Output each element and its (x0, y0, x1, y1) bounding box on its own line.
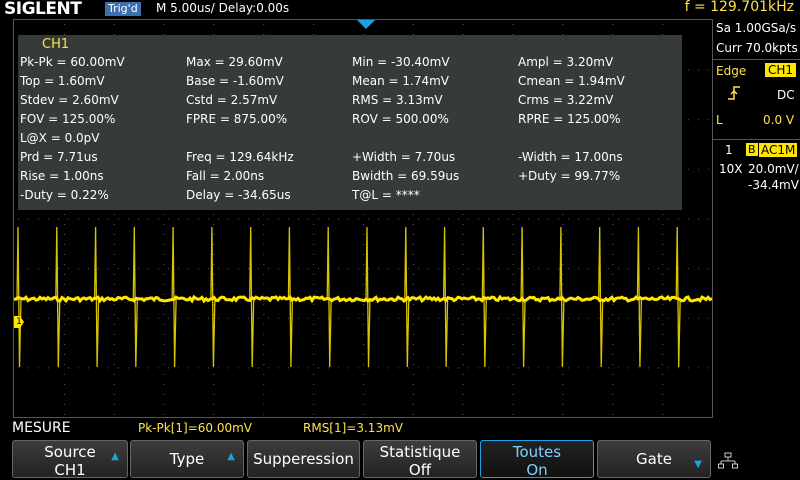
measure-status-line: MESURE Pk-Pk[1]=60.00mV RMS[1]=3.13mV (0, 420, 800, 438)
type-label: Type (169, 450, 205, 468)
source-label: Source (44, 443, 96, 461)
trigger-level-label: L (716, 113, 723, 127)
measurement-value: RMS = 3.13mV (352, 93, 443, 107)
trace-spike (520, 226, 526, 368)
measurement-value: Freq = 129.64kHz (186, 150, 294, 164)
measurement-channel-label: CH1 (42, 37, 70, 52)
arrow-down-icon: ▼ (694, 459, 702, 470)
measurement-value: Max = 29.60mV (186, 55, 283, 69)
stat-pkpk: Pk-Pk[1]=60.00mV (138, 421, 253, 435)
vertical-offset[interactable]: -34.4mV (748, 178, 799, 192)
trigger-level-value[interactable]: 0.0 V (763, 113, 794, 127)
trace-spike (326, 226, 332, 368)
timebase-value: M 5.00us/ (156, 1, 215, 15)
all-measurements-button[interactable]: Toutes On (480, 440, 594, 479)
measurement-value: Crms = 3.22mV (518, 93, 614, 107)
measurement-value: Mean = 1.74mV (352, 74, 449, 88)
trigger-coupling[interactable]: DC (777, 88, 795, 102)
trace-spike (675, 226, 681, 368)
measurement-value: Delay = -34.65us (186, 188, 291, 202)
measurement-value: FPRE = 875.00% (186, 112, 288, 126)
measurement-value: L@X = 0.0pV (20, 131, 100, 145)
right-info-panel: Sa 1.00GSa/s Curr 70.0kpts Edge CH1 DC L… (713, 19, 800, 416)
measurement-value: Top = 1.60mV (20, 74, 105, 88)
suppression-label: Supperession (253, 450, 354, 468)
waveform-display[interactable]: CH1 Pk-Pk = 60.00mV Max = 29.60mV Min = -3… (13, 19, 713, 418)
ch1-trace (14, 226, 712, 368)
arrow-up-icon: ▲ (227, 451, 235, 462)
gate-label: Gate (636, 450, 672, 468)
channel-number: 1 (725, 143, 733, 157)
measurement-value: Cstd = 2.57mV (186, 93, 278, 107)
rising-edge-icon (728, 86, 740, 100)
channel-coupling-badge[interactable]: AC1M (759, 143, 798, 157)
measurement-value: Cmean = 1.94mV (518, 74, 625, 88)
softkey-bar: Source CH1 ▲ Type ▲ Supperession Statist… (0, 438, 800, 480)
gate-button[interactable]: Gate ▼ (597, 440, 711, 478)
frequency-counter: f = 129.701kHz (684, 0, 794, 15)
timebase-readout[interactable]: M 5.00us/ Delay:0.00s (156, 1, 289, 15)
trigger-type[interactable]: Edge (716, 64, 746, 78)
brand-logo: SIGLENT (4, 0, 82, 19)
measurement-value: +Duty = 99.77% (518, 169, 621, 183)
memory-depth: Curr 70.0kpts (716, 41, 798, 55)
measurement-value: Base = -1.60mV (186, 74, 284, 88)
volts-per-div[interactable]: 20.0mV/ (748, 162, 799, 176)
statistics-button[interactable]: Statistique Off (363, 440, 477, 479)
trace-spike (55, 226, 61, 368)
network-icon (718, 452, 738, 469)
measurement-value: Pk-Pk = 60.00mV (20, 55, 125, 69)
all-measurements-value: On (526, 461, 548, 479)
statistics-label: Statistique (379, 443, 461, 461)
bandwidth-limit-badge: B (746, 143, 758, 156)
probe-attenuation: 10X (719, 162, 743, 176)
top-status-bar: SIGLENT Trig'd M 5.00us/ Delay:0.00s f =… (0, 0, 800, 19)
measurement-value: ROV = 500.00% (352, 112, 449, 126)
measurement-value: Bwidth = 69.59us (352, 169, 460, 183)
trigger-status-badge: Trig'd (105, 2, 141, 16)
measurement-value: T@L = **** (352, 188, 420, 202)
source-button[interactable]: Source CH1 ▲ (12, 440, 128, 479)
measurement-value: Fall = 2.00ns (186, 169, 265, 183)
divider (713, 139, 800, 140)
divider (713, 59, 800, 60)
trace-spike (598, 226, 604, 368)
measurement-value: FOV = 125.00% (20, 112, 116, 126)
trigger-position-marker[interactable] (357, 20, 375, 29)
stat-rms: RMS[1]=3.13mV (303, 421, 403, 435)
arrow-up-icon: ▲ (111, 451, 119, 462)
measurement-value: RPRE = 125.00% (518, 112, 621, 126)
measurement-value: Rise = 1.00ns (20, 169, 104, 183)
measurement-value: +Width = 7.70us (352, 150, 456, 164)
delay-value: Delay:0.00s (218, 1, 290, 15)
source-value: CH1 (54, 461, 86, 479)
statistics-value: Off (408, 461, 432, 479)
measurement-panel: CH1 Pk-Pk = 60.00mV Max = 29.60mV Min = -3… (18, 35, 682, 210)
type-button[interactable]: Type ▲ (130, 440, 244, 478)
measurement-value: Prd = 7.71us (20, 150, 98, 164)
trace-spike (365, 226, 371, 368)
sample-rate: Sa 1.00GSa/s (716, 21, 797, 35)
trace-baseline (14, 294, 712, 304)
measurement-value: Ampl = 3.20mV (518, 55, 614, 69)
menu-title: MESURE (12, 420, 71, 436)
all-measurements-label: Toutes (512, 443, 562, 461)
measurement-value: Stdev = 2.60mV (20, 93, 119, 107)
measurement-value: Min = -30.40mV (352, 55, 450, 69)
measurement-value: -Duty = 0.22% (20, 188, 109, 202)
measurement-value: -Width = 17.00ns (518, 150, 623, 164)
trigger-source-badge[interactable]: CH1 (765, 63, 797, 77)
suppression-button[interactable]: Supperession (247, 440, 360, 478)
